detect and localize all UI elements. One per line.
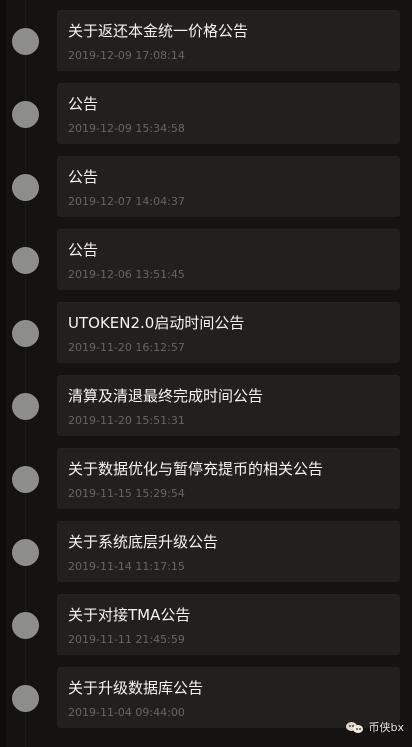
timeline-dot	[12, 539, 39, 566]
announcement-item[interactable]: UTOKEN2.0启动时间公告 2019-11-20 16:12:57	[0, 292, 412, 365]
announcement-title: 关于数据优化与暂停充提币的相关公告	[68, 460, 324, 478]
timeline-dot	[12, 174, 39, 201]
announcement-card[interactable]: 清算及清退最终完成时间公告 2019-11-20 15:51:31	[57, 375, 400, 436]
timeline-dot	[12, 247, 39, 274]
announcement-time: 2019-12-09 15:34:58	[68, 122, 185, 135]
announcement-time: 2019-11-14 11:17:15	[68, 560, 185, 573]
announcement-time: 2019-11-04 09:44:00	[68, 706, 185, 719]
announcement-item[interactable]: 关于返还本金统一价格公告 2019-12-09 17:08:14	[0, 0, 412, 73]
announcement-title: 关于对接TMA公告	[68, 606, 191, 624]
announcement-time: 2019-11-15 15:29:54	[68, 487, 185, 500]
timeline-dot	[12, 612, 39, 639]
announcement-item[interactable]: 关于对接TMA公告 2019-11-11 21:45:59	[0, 584, 412, 657]
announcement-title: 公告	[68, 95, 99, 113]
announcement-title: 清算及清退最终完成时间公告	[68, 387, 264, 405]
watermark: 币侠bx	[345, 719, 405, 737]
announcement-item[interactable]: 关于系统底层升级公告 2019-11-14 11:17:15	[0, 511, 412, 584]
wechat-bubble-right	[352, 725, 363, 733]
announcement-card[interactable]: 关于返还本金统一价格公告 2019-12-09 17:08:14	[57, 10, 400, 71]
wechat-icon	[345, 721, 364, 735]
announcement-item[interactable]: 清算及清退最终完成时间公告 2019-11-20 15:51:31	[0, 365, 412, 438]
announcement-title: 关于升级数据库公告	[68, 679, 204, 697]
timeline-dot	[12, 685, 39, 712]
announcement-time: 2019-11-20 16:12:57	[68, 341, 185, 354]
timeline-dot	[12, 101, 39, 128]
announcement-item[interactable]: 公告 2019-12-09 15:34:58	[0, 73, 412, 146]
announcement-card[interactable]: 关于数据优化与暂停充提币的相关公告 2019-11-15 15:29:54	[57, 448, 400, 509]
watermark-label: 币侠bx	[368, 721, 405, 734]
announcement-time: 2019-11-11 21:45:59	[68, 633, 185, 646]
announcement-time: 2019-12-06 13:51:45	[68, 268, 185, 281]
announcement-card[interactable]: 关于对接TMA公告 2019-11-11 21:45:59	[57, 594, 400, 655]
announcement-item[interactable]: 公告 2019-12-07 14:04:37	[0, 146, 412, 219]
announcement-title: 关于系统底层升级公告	[68, 533, 219, 551]
timeline-dot	[12, 320, 39, 347]
announcement-card[interactable]: 公告 2019-12-06 13:51:45	[57, 229, 400, 290]
announcement-time: 2019-12-07 14:04:37	[68, 195, 185, 208]
announcement-card[interactable]: 公告 2019-12-09 15:34:58	[57, 83, 400, 144]
announcement-time: 2019-11-20 15:51:31	[68, 414, 185, 427]
announcement-list: 关于返还本金统一价格公告 2019-12-09 17:08:14 公告 2019…	[0, 0, 412, 747]
announcement-title: UTOKEN2.0启动时间公告	[68, 314, 245, 332]
announcement-title: 公告	[68, 168, 99, 186]
announcement-timeline-page: 关于返还本金统一价格公告 2019-12-09 17:08:14 公告 2019…	[0, 0, 412, 747]
announcement-card[interactable]: 关于系统底层升级公告 2019-11-14 11:17:15	[57, 521, 400, 582]
announcement-title: 关于返还本金统一价格公告	[68, 22, 249, 40]
announcement-card[interactable]: 公告 2019-12-07 14:04:37	[57, 156, 400, 217]
announcement-item[interactable]: 关于数据优化与暂停充提币的相关公告 2019-11-15 15:29:54	[0, 438, 412, 511]
announcement-card[interactable]: UTOKEN2.0启动时间公告 2019-11-20 16:12:57	[57, 302, 400, 363]
announcement-item[interactable]: 公告 2019-12-06 13:51:45	[0, 219, 412, 292]
announcement-time: 2019-12-09 17:08:14	[68, 49, 185, 62]
announcement-title: 公告	[68, 241, 99, 259]
timeline-dot	[12, 466, 39, 493]
timeline-dot	[12, 393, 39, 420]
timeline-dot	[12, 28, 39, 55]
